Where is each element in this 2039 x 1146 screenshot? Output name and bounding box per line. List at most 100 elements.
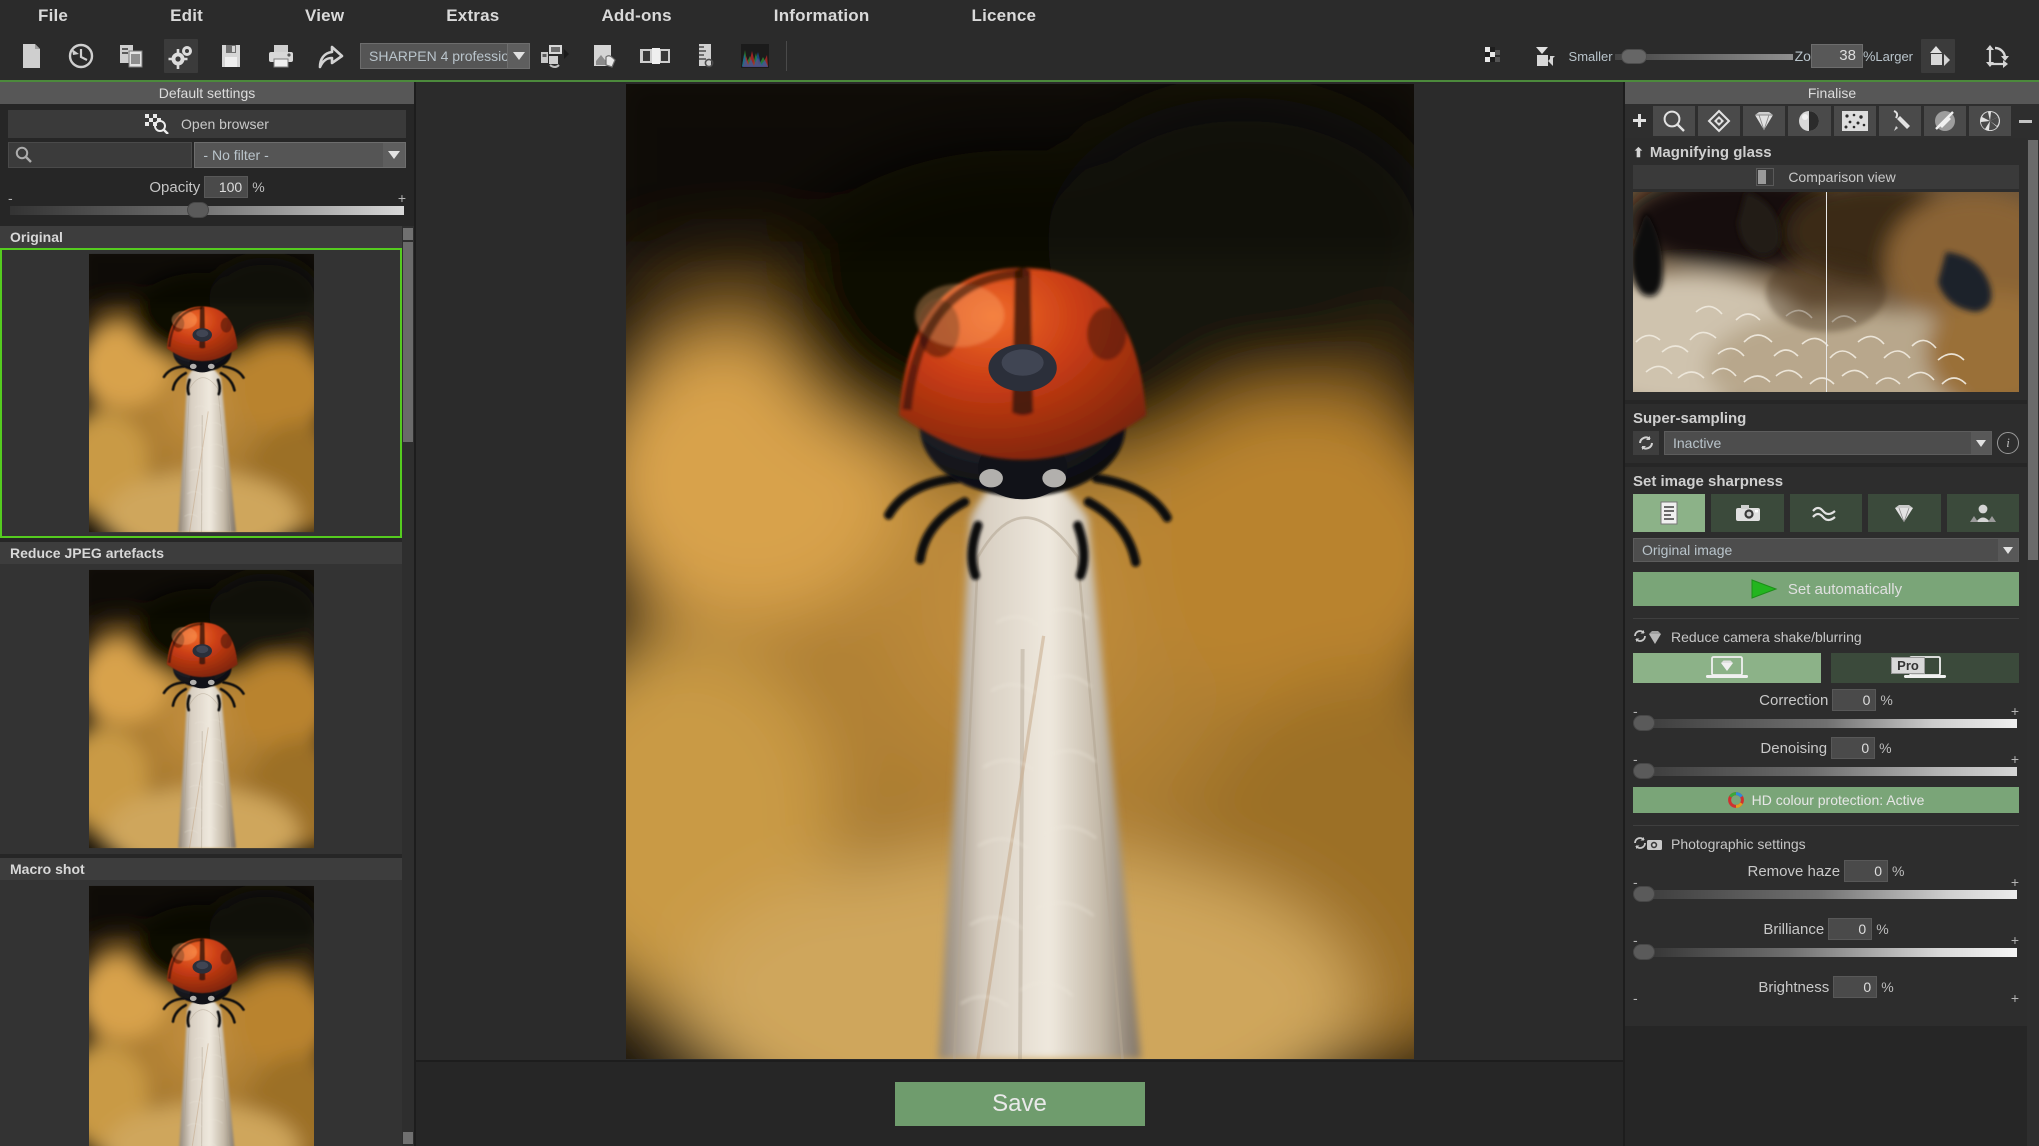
noise-grain-icon[interactable] [1833,106,1876,136]
scrollbar-thumb[interactable] [2028,140,2038,560]
magnifier-preview[interactable] [1633,192,2019,392]
set-automatically-button[interactable]: Set automatically [1633,572,2019,606]
image-canvas[interactable] [416,82,1623,1062]
preset-thumbnail[interactable] [0,880,402,1146]
portrait-mode-icon[interactable] [1946,494,2020,532]
denoising-slider[interactable]: - + [1633,751,2019,779]
magnifier-icon[interactable] [1653,106,1696,136]
correction-value-field[interactable]: 0 [1832,689,1877,711]
search-input[interactable] [8,142,193,168]
remove-haze-plus[interactable]: + [2011,874,2019,890]
brightness-minus[interactable]: - [1633,990,1638,1006]
up-arrow-icon[interactable]: ⬆ [1633,145,1644,161]
histogram-icon[interactable] [738,39,772,73]
comparison-view-row[interactable]: Comparison view [1633,165,2019,189]
menu-view[interactable]: View [287,6,362,26]
preset-item-original[interactable]: Original [0,226,402,538]
comparison-view-checkbox[interactable] [1756,168,1775,186]
preset-thumbnail[interactable] [0,248,402,538]
product-combo[interactable]: SHARPEN 4 professional [360,43,530,69]
denoising-value-field[interactable]: 0 [1831,737,1876,759]
scroll-down-arrow[interactable] [403,1132,413,1144]
menu-licence[interactable]: Licence [953,6,1054,26]
chevron-down-icon[interactable] [507,44,529,68]
camera-mode-icon[interactable] [1711,494,1784,532]
chevron-down-icon[interactable] [1998,539,2018,561]
sharpness-diamond-icon[interactable] [1698,106,1741,136]
plus-icon[interactable] [1628,106,1650,136]
laptop-pro-icon[interactable]: Pro [1831,653,2019,683]
opacity-value-field[interactable]: 100 [204,176,249,198]
opacity-slider[interactable]: - + [8,190,406,218]
preset-item-macro-shot[interactable]: Macro shot [0,858,402,1146]
preset-thumbnail[interactable] [0,564,402,854]
history-icon[interactable] [64,39,98,73]
brilliance-slider-knob[interactable] [1633,944,1655,960]
brilliance-plus[interactable]: + [2011,932,2019,948]
right-panel-scrollbar[interactable] [2027,138,2039,1146]
correction-slider[interactable]: - + [1633,703,2019,731]
print-icon[interactable] [264,39,298,73]
brilliance-slider[interactable]: - + [1633,932,2019,960]
opacity-slider-knob[interactable] [187,202,210,218]
open-browser-button[interactable]: Open browser [8,110,406,138]
document-mode-icon[interactable] [1633,494,1706,532]
minus-icon[interactable] [2014,106,2036,136]
retouch-brush-icon[interactable] [1878,106,1921,136]
remove-haze-value-field[interactable]: 0 [1844,860,1889,882]
zoom-slider[interactable] [1614,47,1793,65]
copy-pages-icon[interactable] [114,39,148,73]
export-device-icon[interactable] [538,39,572,73]
denoising-slider-knob[interactable] [1633,763,1655,779]
comparison-divider[interactable] [1826,192,1827,392]
correction-plus[interactable]: + [2011,703,2019,719]
hd-colour-protection-button[interactable]: HD colour protection: Active [1633,787,2019,813]
denoising-plus[interactable]: + [2011,751,2019,767]
share-arrow-icon[interactable] [314,39,348,73]
menu-information[interactable]: Information [756,6,888,26]
remove-haze-slider-knob[interactable] [1633,886,1655,902]
gem-mode-icon[interactable] [1868,494,1941,532]
resize-up-icon[interactable] [1921,39,1955,73]
settings-gears-icon[interactable] [164,39,198,73]
brightness-value-field[interactable]: 0 [1833,976,1878,998]
zoom-value-field[interactable]: 38 [1810,44,1863,68]
opacity-minus[interactable]: - [8,190,13,206]
save-disk-icon[interactable] [214,39,248,73]
new-document-icon[interactable] [14,39,48,73]
preset-item-reduce-jpeg-artefacts[interactable]: Reduce JPEG artefacts [0,542,402,854]
checker-pattern-icon[interactable] [1477,39,1511,73]
save-button[interactable]: Save [894,1082,1145,1126]
menu-extras[interactable]: Extras [428,6,517,26]
scroll-up-arrow[interactable] [403,228,413,240]
scale-ruler-icon[interactable] [688,39,722,73]
correction-slider-knob[interactable] [1633,715,1655,731]
super-sampling-combo[interactable]: Inactive [1664,431,1992,455]
gem-icon[interactable] [1743,106,1786,136]
aperture-icon[interactable] [1968,106,2011,136]
opacity-plus[interactable]: + [398,190,406,206]
no-brush-icon[interactable] [1923,106,1966,136]
zoom-slider-knob[interactable] [1620,49,1647,64]
laptop-gem-icon[interactable] [1633,653,1821,683]
scrollbar-thumb[interactable] [403,242,413,442]
filmstrip-icon[interactable] [638,39,672,73]
contrast-sphere-icon[interactable] [1788,106,1831,136]
filter-combo[interactable]: - No filter - [194,142,406,168]
resize-down-icon[interactable] [1527,39,1561,73]
sharpness-source-combo[interactable]: Original image [1633,538,2019,562]
menu-edit[interactable]: Edit [152,6,221,26]
remove-haze-slider[interactable]: - + [1633,874,2019,902]
rotate-dimensions-icon[interactable] [1981,39,2015,73]
menu-file[interactable]: File [20,6,86,26]
chevron-down-icon[interactable] [383,143,405,167]
main-image-preview[interactable] [626,84,1414,1059]
menu-addons[interactable]: Add-ons [583,6,689,26]
brightness-plus[interactable]: + [2011,990,2019,1006]
preset-list-scrollbar[interactable] [402,226,414,1146]
chevron-down-icon[interactable] [1971,432,1991,454]
brilliance-value-field[interactable]: 0 [1828,918,1873,940]
brightness-slider[interactable]: - + [1633,990,2019,1018]
info-icon[interactable]: i [1997,432,2019,454]
refresh-icon[interactable] [1633,431,1659,455]
